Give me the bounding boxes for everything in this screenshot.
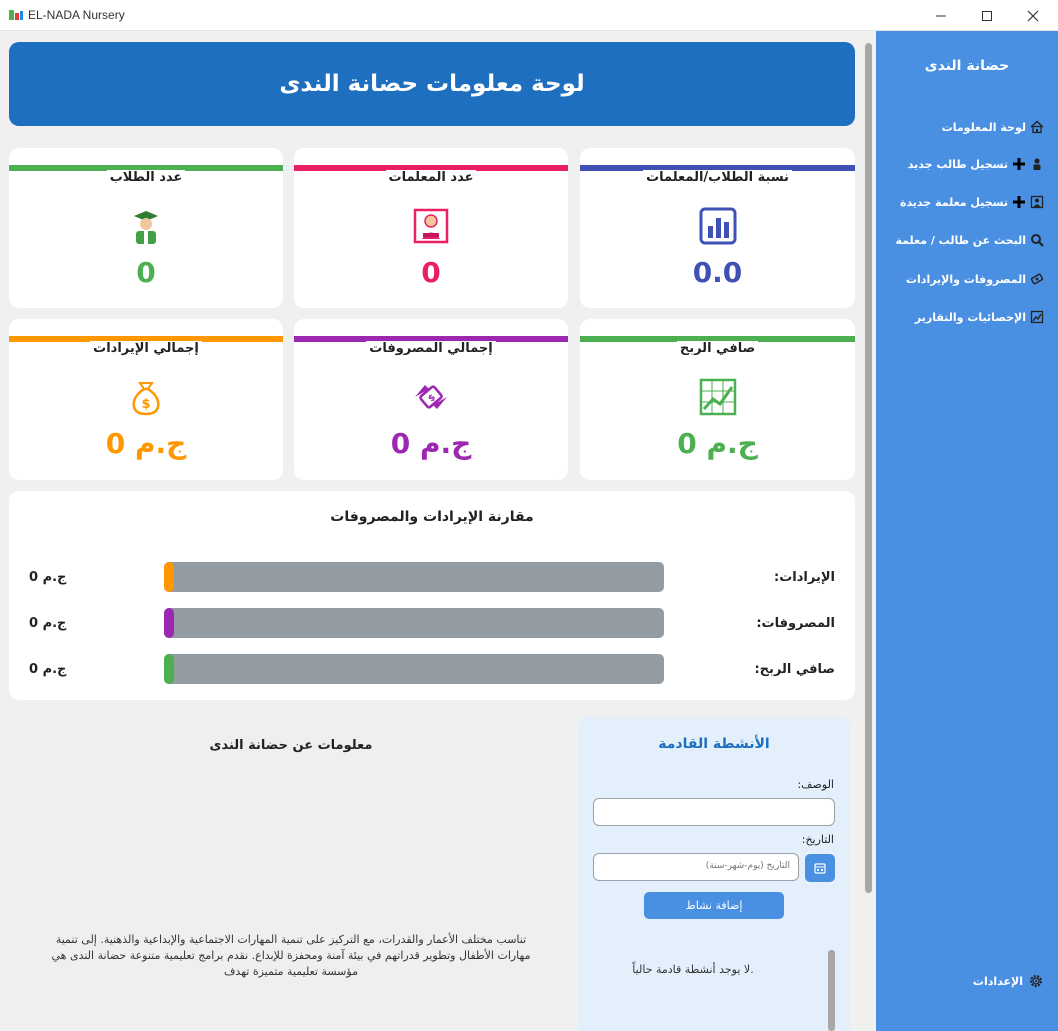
money-icon bbox=[1030, 273, 1044, 285]
calendar-icon bbox=[814, 863, 826, 874]
teacher-small-icon bbox=[1030, 195, 1044, 209]
minimize-icon bbox=[936, 15, 946, 16]
sidebar-title: حضانة الندى bbox=[924, 58, 1010, 74]
stat-title: إجمالي المصروفات bbox=[366, 341, 496, 356]
sidebar-item-register-student[interactable]: تسجيل طالب جديد bbox=[908, 157, 1044, 171]
stat-card-students: عدد الطلاب 0 bbox=[9, 148, 283, 308]
sidebar-item-search[interactable]: البحث عن طالب / معلمة bbox=[895, 233, 1044, 247]
money-wings-icon: $ bbox=[415, 385, 447, 409]
sidebar-item-label: لوحة المعلومات bbox=[941, 120, 1026, 134]
comparison-row-expenses: المصروفات: 0 ج.م bbox=[9, 608, 855, 638]
stat-value: 0 ج.م bbox=[677, 427, 758, 460]
sidebar-item-label: المصروفات والإيرادات bbox=[905, 272, 1026, 286]
sidebar-item-dashboard[interactable]: لوحة المعلومات bbox=[942, 120, 1044, 134]
stat-value: 0.0 bbox=[692, 256, 743, 289]
main-scrollbar[interactable] bbox=[865, 43, 872, 893]
dashboard-header: لوحة معلومات حضانة الندى bbox=[9, 42, 855, 126]
student-icon bbox=[134, 211, 158, 244]
sidebar-item-label: تسجيل طالب جديد bbox=[907, 157, 1008, 171]
sidebar-item-label: الإحصائيات والتقارير bbox=[914, 310, 1026, 324]
comparison-label: صافي الربح: bbox=[754, 662, 835, 677]
close-icon bbox=[1027, 10, 1039, 21]
empty-activities-message: لا يوجد أنشطة قادمة حالياً. bbox=[632, 963, 754, 976]
comparison-track bbox=[164, 562, 664, 592]
nursery-info-panel: معلومات عن حضانة الندى تناسب مختلف الأعم… bbox=[15, 717, 567, 1031]
stat-title: نسبة الطلاب/المعلمات bbox=[643, 170, 792, 185]
stat-value: 0 bbox=[136, 256, 156, 289]
comparison-value: 0 ج.م bbox=[29, 570, 67, 585]
plus-icon bbox=[1013, 196, 1025, 208]
comparison-title: مقارنة الإيرادات والمصروفات bbox=[330, 509, 534, 525]
person-icon bbox=[1033, 158, 1041, 170]
house-icon bbox=[1030, 120, 1044, 134]
stat-title: إجمالي الإيرادات bbox=[90, 341, 202, 356]
stat-title: عدد المعلمات bbox=[385, 170, 477, 185]
chart-icon bbox=[1030, 310, 1044, 324]
add-activity-button[interactable]: إضافة نشاط bbox=[644, 892, 784, 919]
calendar-button[interactable] bbox=[805, 854, 835, 882]
sidebar-item-finance[interactable]: المصروفات والإيرادات bbox=[906, 272, 1044, 286]
close-button[interactable] bbox=[1010, 0, 1056, 31]
comparison-value: 0 ج.م bbox=[29, 616, 67, 631]
upcoming-activities-panel: الأنشطة القادمة الوصف: التاريخ: التاريخ … bbox=[578, 717, 850, 1031]
sidebar-item-register-teacher[interactable]: تسجيل معلمة جديدة bbox=[900, 195, 1044, 209]
svg-text:$: $ bbox=[141, 397, 150, 412]
comparison-row-revenue: الإيرادات: 0 ج.م bbox=[9, 562, 855, 592]
stat-card-revenue: إجمالي الإيرادات $ 0 ج.م bbox=[9, 319, 283, 480]
stat-card-ratio: نسبة الطلاب/المعلمات 0.0 bbox=[580, 148, 855, 308]
comparison-track bbox=[164, 654, 664, 684]
date-label: التاريخ: bbox=[801, 833, 834, 846]
sidebar-item-settings[interactable]: الإعدادات bbox=[973, 973, 1044, 989]
stat-title: صافي الربح bbox=[676, 341, 759, 356]
info-text: تناسب مختلف الأعمار والقدرات، مع التركيز… bbox=[51, 933, 531, 978]
stat-value: 0 bbox=[421, 256, 441, 289]
maximize-button[interactable] bbox=[964, 0, 1010, 31]
comparison-track bbox=[164, 608, 664, 638]
minimize-button[interactable] bbox=[918, 0, 964, 31]
date-input[interactable]: التاريخ (يوم-شهر-سنة) bbox=[593, 853, 799, 881]
comparison-row-profit: صافي الربح: 0 ج.م bbox=[9, 654, 855, 684]
description-input[interactable] bbox=[593, 798, 835, 826]
comparison-label: الإيرادات: bbox=[774, 570, 835, 585]
maximize-icon bbox=[982, 10, 992, 21]
revenue-bar bbox=[164, 562, 174, 592]
gear-icon bbox=[1030, 975, 1042, 987]
sidebar: حضانة الندى لوحة المعلومات تسجيل طالب جد… bbox=[876, 31, 1058, 1031]
window-titlebar: EL-NADA Nursery bbox=[0, 0, 1058, 31]
activities-title: الأنشطة القادمة bbox=[658, 736, 770, 752]
profit-bar bbox=[164, 654, 174, 684]
sidebar-item-label: البحث عن طالب / معلمة bbox=[895, 233, 1026, 247]
bar-chart-icon bbox=[699, 207, 736, 245]
stat-card-profit: صافي الربح 0 ج.م bbox=[580, 319, 855, 480]
info-title: معلومات عن حضانة الندى bbox=[209, 738, 373, 753]
stat-value: 0 ج.م bbox=[105, 427, 187, 460]
activities-scrollbar[interactable] bbox=[828, 950, 835, 1031]
stat-value: 0 ج.م bbox=[390, 427, 472, 460]
comparison-value: 0 ج.م bbox=[29, 662, 67, 677]
comparison-label: المصروفات: bbox=[756, 616, 835, 631]
growth-chart-icon bbox=[699, 378, 736, 416]
stat-card-expenses: إجمالي المصروفات $ 0 ج.م bbox=[294, 319, 568, 480]
sidebar-item-reports[interactable]: الإحصائيات والتقارير bbox=[915, 310, 1044, 324]
stat-card-teachers: عدد المعلمات 0 bbox=[294, 148, 568, 308]
plus-icon bbox=[1013, 158, 1025, 170]
sidebar-item-label: تسجيل معلمة جديدة bbox=[899, 195, 1008, 209]
app-icon bbox=[9, 10, 23, 20]
page-title: لوحة معلومات حضانة الندى bbox=[279, 71, 585, 97]
stat-title: عدد الطلاب bbox=[106, 170, 186, 185]
revenue-expense-comparison: مقارنة الإيرادات والمصروفات الإيرادات: 0… bbox=[9, 491, 855, 700]
window-title: EL-NADA Nursery bbox=[28, 8, 125, 22]
description-label: الوصف: bbox=[797, 778, 834, 791]
settings-label: الإعدادات bbox=[972, 974, 1023, 988]
money-bag-icon: $ bbox=[132, 382, 160, 416]
magnifier-icon bbox=[1031, 234, 1044, 247]
expenses-bar bbox=[164, 608, 174, 638]
teacher-icon bbox=[413, 208, 449, 244]
